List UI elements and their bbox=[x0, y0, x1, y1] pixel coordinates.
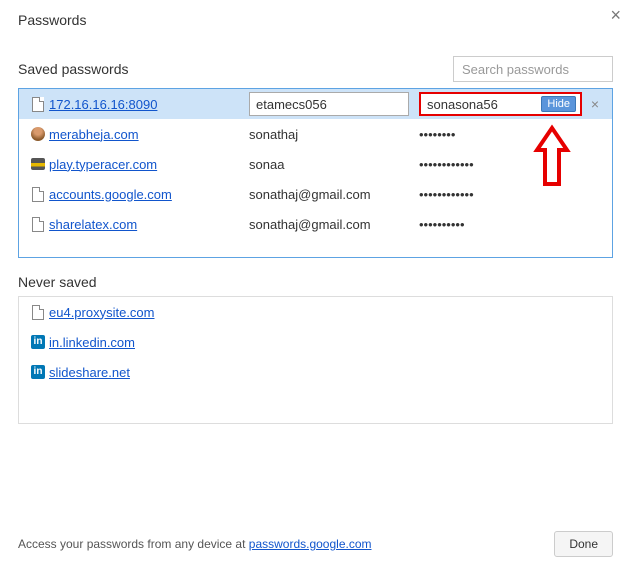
saved-passwords-heading: Saved passwords bbox=[18, 61, 129, 77]
username-text: sonathaj@gmail.com bbox=[249, 187, 419, 202]
never-saved-panel: eu4.proxysite.com in in.linkedin.com in … bbox=[18, 296, 613, 424]
username-text: sonaa bbox=[249, 157, 419, 172]
saved-passwords-panel: 172.16.16.16:8090 sonasona56 Hide × mera… bbox=[18, 88, 613, 258]
passwords-google-link[interactable]: passwords.google.com bbox=[249, 537, 372, 551]
username-input[interactable] bbox=[249, 92, 409, 116]
site-document-icon bbox=[27, 217, 49, 232]
site-link[interactable]: in.linkedin.com bbox=[49, 335, 135, 350]
site-document-icon bbox=[27, 305, 49, 320]
site-link[interactable]: accounts.google.com bbox=[49, 187, 172, 202]
site-link[interactable]: slideshare.net bbox=[49, 365, 130, 380]
password-mask: •••••••• bbox=[419, 127, 604, 142]
password-row[interactable]: 172.16.16.16:8090 sonasona56 Hide × bbox=[19, 89, 612, 119]
hide-button[interactable]: Hide bbox=[541, 96, 576, 112]
site-document-icon bbox=[27, 97, 49, 112]
site-linkedin-icon: in bbox=[27, 365, 49, 379]
never-saved-heading: Never saved bbox=[18, 274, 613, 290]
site-avatar-icon bbox=[27, 127, 49, 141]
username-text: sonathaj bbox=[249, 127, 419, 142]
password-mask: •••••••••• bbox=[419, 217, 604, 232]
password-row[interactable]: play.typeracer.com sonaa •••••••••••• bbox=[19, 149, 612, 179]
site-link[interactable]: merabheja.com bbox=[49, 127, 139, 142]
password-plaintext: sonasona56 bbox=[427, 97, 498, 112]
password-mask: •••••••••••• bbox=[419, 187, 604, 202]
site-linkedin-icon: in bbox=[27, 335, 49, 349]
site-link[interactable]: eu4.proxysite.com bbox=[49, 305, 155, 320]
done-button[interactable]: Done bbox=[554, 531, 613, 557]
password-row[interactable]: merabheja.com sonathaj •••••••• bbox=[19, 119, 612, 149]
password-row[interactable]: accounts.google.com sonathaj@gmail.com •… bbox=[19, 179, 612, 209]
delete-entry-icon[interactable]: × bbox=[586, 96, 604, 112]
password-revealed-field[interactable]: sonasona56 Hide bbox=[419, 92, 582, 116]
site-link[interactable]: sharelatex.com bbox=[49, 217, 137, 232]
close-icon[interactable]: × bbox=[610, 6, 621, 24]
page-title: Passwords bbox=[18, 12, 613, 28]
search-input[interactable] bbox=[453, 56, 613, 82]
password-row[interactable]: sharelatex.com sonathaj@gmail.com ••••••… bbox=[19, 209, 612, 239]
site-link[interactable]: play.typeracer.com bbox=[49, 157, 157, 172]
site-document-icon bbox=[27, 187, 49, 202]
footer-text: Access your passwords from any device at… bbox=[18, 537, 372, 551]
never-saved-row[interactable]: in slideshare.net bbox=[19, 357, 612, 387]
never-saved-row[interactable]: in in.linkedin.com bbox=[19, 327, 612, 357]
site-link[interactable]: 172.16.16.16:8090 bbox=[49, 97, 157, 112]
password-mask: •••••••••••• bbox=[419, 157, 604, 172]
never-saved-row[interactable]: eu4.proxysite.com bbox=[19, 297, 612, 327]
site-typeracer-icon bbox=[27, 158, 49, 170]
username-text: sonathaj@gmail.com bbox=[249, 217, 419, 232]
